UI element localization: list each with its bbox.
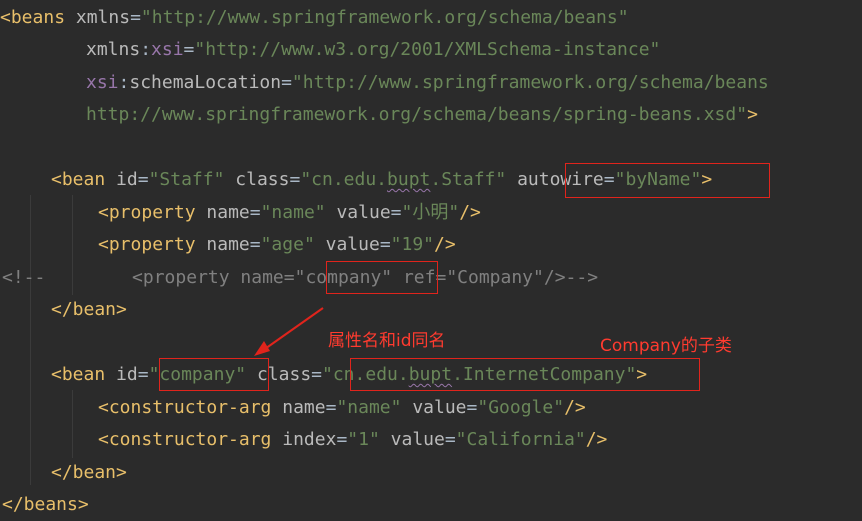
annotation-arrow: [254, 307, 324, 356]
annotation-same-name: 属性名和id同名: [328, 331, 446, 351]
annotation-subclass: Company的子类: [600, 336, 732, 356]
